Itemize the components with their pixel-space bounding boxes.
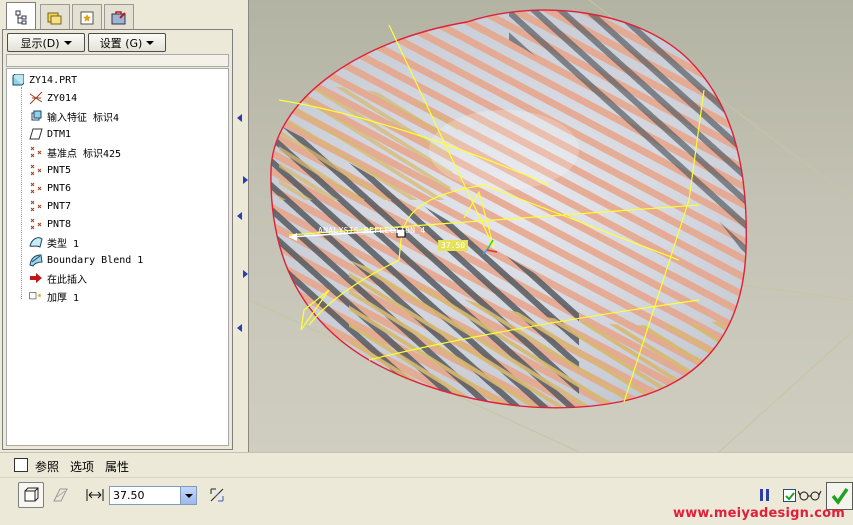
solid-icon [24, 487, 39, 502]
insert-here-arrow-icon [29, 271, 43, 285]
tree-item-boundary-blend[interactable]: Boundary Blend 1 [29, 251, 143, 269]
tree-item-label: 加厚 1 [47, 292, 80, 304]
tree-item-label: PNT7 [47, 200, 72, 212]
tree-item-point-pnt5[interactable]: PNT5 [29, 161, 71, 179]
remove-material-icon [53, 488, 68, 502]
csys-icon [29, 91, 43, 105]
tree-item-style-feature[interactable]: 类型 1 [29, 233, 79, 251]
tree-item-point-pnt8[interactable]: PNT8 [29, 215, 71, 233]
thickness-icon [86, 487, 104, 503]
remove-material-button[interactable] [47, 482, 73, 508]
tab-folder-browser[interactable] [40, 4, 70, 30]
model-tree-icon [15, 10, 27, 25]
tree-item-csys[interactable]: ZY014 [29, 89, 77, 107]
settings-label: 设置 (G) [99, 36, 143, 50]
navigator-tabs [2, 2, 240, 31]
model-tree-frame: 显示(D) 设置 (G) ZY14.PRT ZY014 输入特征 标识4 DTM… [2, 29, 233, 450]
chevron-down-icon [146, 40, 155, 45]
tree-item-point-pnt7[interactable]: PNT7 [29, 197, 71, 215]
tree-item-label: DTM1 [47, 128, 72, 140]
panel-sash[interactable] [235, 0, 248, 452]
part-icon [11, 73, 25, 87]
import-feature-icon [29, 109, 43, 123]
tree-item-label: Boundary Blend 1 [47, 254, 144, 266]
dimension-value: 37.50 [441, 241, 466, 250]
tree-item-part[interactable]: ZY14.PRT [11, 71, 77, 89]
tree-item-insert-here[interactable]: 在此插入 [29, 269, 87, 287]
tab-properties[interactable]: 属性 [105, 458, 129, 475]
checkmark-icon [831, 488, 848, 505]
graphics-viewport[interactable]: ANALYSIS_REFLECTION_4 37.50 [248, 0, 853, 452]
datum-point-icon [29, 199, 43, 213]
tree-item-label: ZY014 [47, 92, 78, 104]
chevron-down-icon [63, 40, 72, 45]
collapse-arrow-icon[interactable] [237, 212, 242, 220]
tab-model-tree[interactable] [6, 2, 36, 31]
slide-panel-toggle[interactable] [14, 458, 28, 472]
datum-point-icon [29, 181, 43, 195]
settings-button[interactable]: 设置 (G) [88, 33, 166, 52]
thickness-input[interactable] [110, 487, 180, 504]
datum-point-icon [29, 217, 43, 231]
boundary-blend-icon [29, 253, 43, 267]
datum-point-icon [29, 163, 43, 177]
chevron-down-icon[interactable] [180, 487, 196, 504]
preview-checkbox[interactable] [783, 489, 796, 502]
style-surface-icon [29, 235, 43, 249]
flip-direction-button[interactable] [204, 482, 230, 508]
thickness-combo[interactable] [109, 486, 197, 505]
tab-references[interactable]: 参照 [35, 458, 59, 475]
navigator-panel: 显示(D) 设置 (G) ZY14.PRT ZY014 输入特征 标识4 DTM… [0, 0, 242, 452]
tree-item-label: PNT6 [47, 182, 72, 194]
pause-button[interactable] [752, 482, 778, 508]
flip-direction-icon [210, 488, 224, 502]
thicken-icon [29, 289, 43, 303]
analysis-label: ANALYSIS_REFLECTION_4 [318, 226, 426, 235]
folder-icon [47, 12, 62, 24]
tree-item-import-feature[interactable]: 输入特征 标识4 [29, 107, 119, 125]
datum-plane-icon [29, 127, 43, 141]
tree-item-label: ZY14.PRT [29, 74, 78, 86]
tree-item-label: PNT8 [47, 218, 72, 230]
show-button[interactable]: 显示(D) [7, 33, 85, 52]
glasses-icon [798, 490, 822, 501]
tree-item-label: 输入特征 标识4 [47, 112, 120, 124]
tree-item-label: 类型 1 [47, 238, 80, 250]
tree-item-label: 基准点 标识425 [47, 148, 122, 160]
datum-point-icon [29, 145, 43, 159]
tree-item-datum-plane[interactable]: DTM1 [29, 125, 71, 143]
tab-connections[interactable] [104, 4, 134, 30]
tree-connector-line [21, 87, 22, 299]
dashboard-slide-tabs: 参照 选项 属性 [0, 452, 853, 477]
pause-icon [760, 489, 769, 501]
tab-favorites[interactable] [72, 4, 102, 30]
verify-preview-button[interactable] [796, 482, 824, 508]
tree-item-label: PNT5 [47, 164, 72, 176]
show-label: 显示(D) [20, 36, 60, 50]
tree-item-label: 在此插入 [47, 274, 87, 286]
favorites-icon [80, 11, 94, 24]
collapse-arrow-icon[interactable] [237, 114, 242, 122]
solid-thicken-button[interactable] [18, 482, 44, 508]
connections-icon [111, 10, 126, 24]
tree-item-datum-point-group[interactable]: 基准点 标识425 [29, 143, 121, 161]
checkmark-icon [784, 491, 795, 500]
watermark: www.meiyadesign.com [672, 506, 845, 521]
tree-item-point-pnt6[interactable]: PNT6 [29, 179, 71, 197]
dimension-tag[interactable]: 37.50 [438, 240, 469, 251]
tab-options[interactable]: 选项 [70, 458, 94, 475]
model-tree[interactable]: ZY14.PRT ZY014 输入特征 标识4 DTM1 基准点 标识425 P [6, 68, 229, 446]
tree-column-header [6, 54, 229, 67]
collapse-arrow-icon[interactable] [237, 324, 242, 332]
tree-item-thicken[interactable]: 加厚 1 [29, 287, 79, 305]
